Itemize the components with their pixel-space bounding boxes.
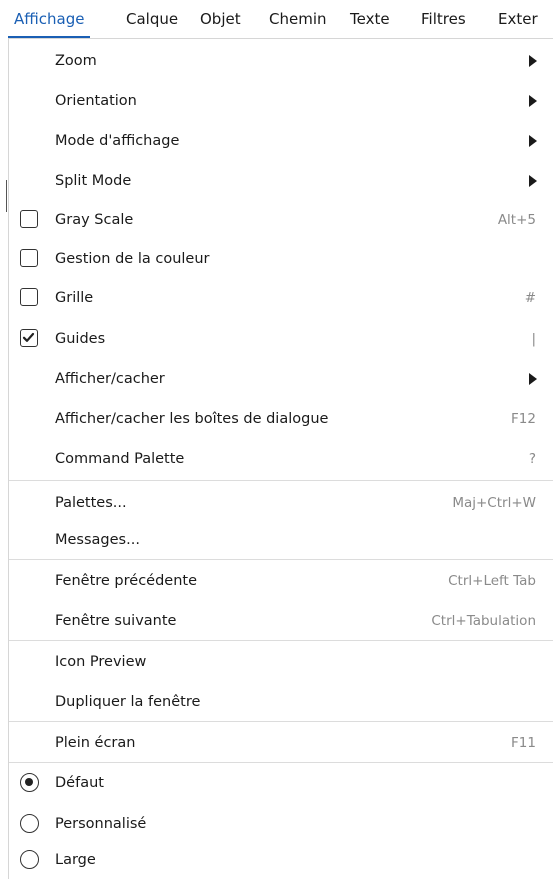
shortcut-label: F12 <box>511 411 536 427</box>
menu-item-label: Messages... <box>55 532 140 548</box>
menu-item-color-management[interactable]: Gestion de la couleur <box>9 239 553 279</box>
separator <box>9 640 553 641</box>
menu-item-palettes[interactable]: Palettes... Maj+Ctrl+W <box>9 483 553 523</box>
menu-item-label: Grille <box>55 290 94 306</box>
menu-item-orientation[interactable]: Orientation <box>9 81 553 121</box>
submenu-arrow-icon <box>529 135 537 147</box>
menu-item-label: Dupliquer la fenêtre <box>55 694 201 710</box>
menu-item-label: Zoom <box>55 53 97 69</box>
shortcut-label: Ctrl+Tabulation <box>431 613 536 629</box>
shortcut-label: F11 <box>511 735 536 751</box>
menu-item-messages[interactable]: Messages... <box>9 520 553 560</box>
menu-item-gray-scale[interactable]: Gray Scale Alt+5 <box>9 200 553 240</box>
radio-dot <box>25 778 33 786</box>
menu-extensions[interactable]: Exter <box>498 0 538 38</box>
submenu-arrow-icon <box>529 373 537 385</box>
checkbox-icon[interactable] <box>20 288 38 306</box>
menu-item-label: Fenêtre suivante <box>55 613 177 629</box>
menu-item-label: Défaut <box>55 775 104 791</box>
menu-item-theme-default[interactable]: Défaut <box>9 763 553 803</box>
menu-item-display-mode[interactable]: Mode d'affichage <box>9 121 553 161</box>
menu-item-label: Afficher/cacher <box>55 371 165 387</box>
menu-calque[interactable]: Calque <box>126 0 178 38</box>
menu-item-label: Gray Scale <box>55 212 134 228</box>
submenu-arrow-icon <box>529 55 537 67</box>
menu-item-icon-preview[interactable]: Icon Preview <box>9 642 553 682</box>
menu-filtres[interactable]: Filtres <box>421 0 466 38</box>
menu-item-label: Fenêtre précédente <box>55 573 198 589</box>
menu-chemin[interactable]: Chemin <box>269 0 327 38</box>
menu-item-label: Guides <box>55 331 106 347</box>
shortcut-label: | <box>531 331 536 347</box>
menu-item-label: Plein écran <box>55 735 136 751</box>
menu-item-show-hide-dialogs[interactable]: Afficher/cacher les boîtes de dialogue F… <box>9 399 553 439</box>
menu-item-split-mode[interactable]: Split Mode <box>9 161 553 201</box>
shortcut-label: Maj+Ctrl+W <box>452 495 536 511</box>
radio-icon[interactable] <box>20 850 39 869</box>
checked-checkbox-icon[interactable] <box>20 329 38 347</box>
shortcut-label: Alt+5 <box>497 212 536 228</box>
menu-objet[interactable]: Objet <box>200 0 241 38</box>
separator <box>9 559 553 560</box>
separator <box>9 721 553 722</box>
window-edge-fragment <box>6 180 7 212</box>
menu-item-command-palette[interactable]: Command Palette ? <box>9 439 553 479</box>
shortcut-label: Ctrl+Left Tab <box>448 573 536 589</box>
menu-item-guides[interactable]: Guides | <box>9 319 553 359</box>
menu-item-next-window[interactable]: Fenêtre suivante Ctrl+Tabulation <box>9 601 553 641</box>
menu-item-theme-large[interactable]: Large <box>9 840 553 880</box>
menu-affichage[interactable]: Affichage <box>7 0 91 38</box>
menu-item-grid[interactable]: Grille # <box>9 278 553 318</box>
menu-bar: Affichage Calque Objet Chemin Texte Filt… <box>0 0 553 38</box>
menu-item-duplicate-window[interactable]: Dupliquer la fenêtre <box>9 682 553 722</box>
menu-item-label: Icon Preview <box>55 654 147 670</box>
menu-item-label: Command Palette <box>55 451 185 467</box>
checkmark-icon <box>22 332 35 342</box>
menu-item-label: Personnalisé <box>55 816 147 832</box>
menu-item-theme-custom[interactable]: Personnalisé <box>9 804 553 844</box>
menu-item-show-hide[interactable]: Afficher/cacher <box>9 359 553 399</box>
menu-item-previous-window[interactable]: Fenêtre précédente Ctrl+Left Tab <box>9 561 553 601</box>
checkbox-icon[interactable] <box>20 210 38 228</box>
menu-item-label: Orientation <box>55 93 137 109</box>
menu-item-label: Mode d'affichage <box>55 133 180 149</box>
menu-item-label: Afficher/cacher les boîtes de dialogue <box>55 411 329 427</box>
menu-item-label: Split Mode <box>55 173 132 189</box>
checkbox-icon[interactable] <box>20 249 38 267</box>
shortcut-label: ? <box>528 451 536 467</box>
menu-item-label: Gestion de la couleur <box>55 251 210 267</box>
radio-selected-icon[interactable] <box>20 773 39 792</box>
menu-texte[interactable]: Texte <box>350 0 390 38</box>
affichage-dropdown: Zoom Orientation Mode d'affichage Split … <box>8 38 553 879</box>
separator <box>9 480 553 481</box>
submenu-arrow-icon <box>529 175 537 187</box>
menu-item-zoom[interactable]: Zoom <box>9 41 553 81</box>
shortcut-label: # <box>524 290 536 306</box>
radio-icon[interactable] <box>20 814 39 833</box>
submenu-arrow-icon <box>529 95 537 107</box>
menu-item-label: Large <box>55 852 96 868</box>
menu-item-fullscreen[interactable]: Plein écran F11 <box>9 723 553 763</box>
menu-item-label: Palettes... <box>55 495 127 511</box>
